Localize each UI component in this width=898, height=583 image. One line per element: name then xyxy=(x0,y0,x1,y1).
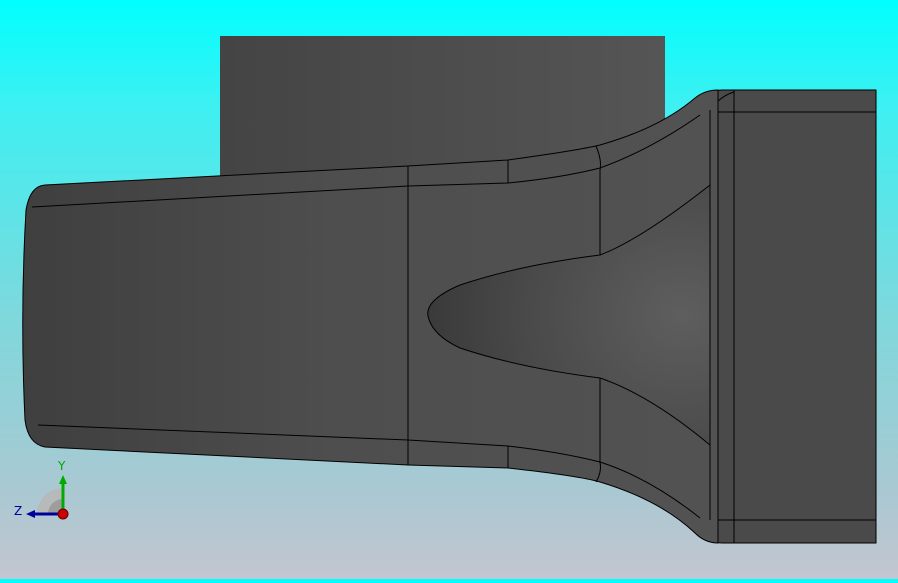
x-axis-arrow xyxy=(57,508,69,520)
axis-triad: Y Z xyxy=(10,455,80,525)
y-axis-label: Y xyxy=(57,459,66,473)
model-view[interactable] xyxy=(0,0,898,579)
z-axis-label: Z xyxy=(14,504,22,518)
flange-block[interactable] xyxy=(707,89,877,544)
cad-viewport[interactable]: Y Z xyxy=(0,0,898,579)
axis-triad-graphic: Y Z xyxy=(14,459,69,520)
